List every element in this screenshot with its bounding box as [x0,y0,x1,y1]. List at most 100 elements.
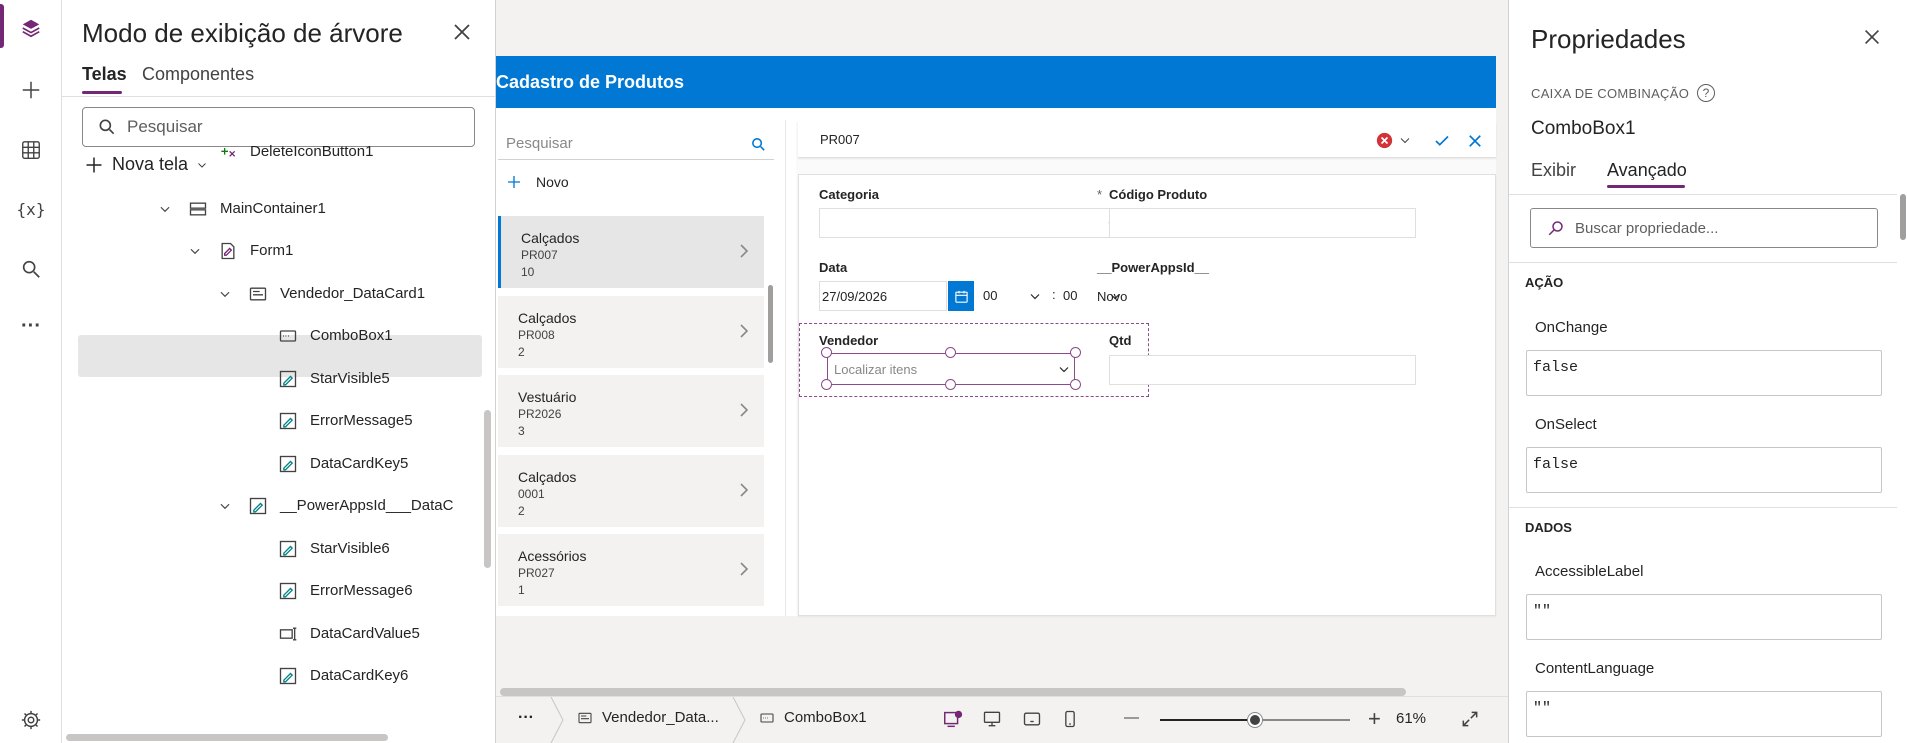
resize-handle[interactable] [945,379,956,390]
table-icon[interactable] [11,130,51,170]
item-qty: 1 [518,583,525,597]
vendedor-label: Vendedor [819,333,879,348]
resize-handle[interactable] [1070,347,1081,358]
zoom-in-button[interactable]: + [1368,706,1381,732]
datacard-icon [578,712,592,723]
formula-contentlanguage[interactable]: "" [1526,691,1882,737]
tree-row[interactable]: Vendedor_DataCard1 [62,273,482,315]
breadcrumb-item-datacard[interactable]: Vendedor_Data... [576,709,719,726]
settings-icon[interactable] [11,700,51,740]
close-icon[interactable] [1861,26,1885,50]
tree-rows: DeleteIconButton1 MainContainer1 Form1 Vend… [62,0,495,743]
tree-row-label: DeleteIconButton1 [250,143,374,160]
tree-row[interactable]: __PowerAppsId___DataC [62,485,482,527]
zoom-out-button[interactable]: — [1124,709,1139,726]
gallery-item[interactable]: Vestuário PR2026 3 [498,375,764,447]
combobox-placeholder: Localizar itens [834,361,918,377]
tablet-view-icon[interactable] [1022,709,1042,729]
close-icon[interactable] [1466,132,1484,150]
breadcrumb-more-button[interactable]: ··· [518,709,534,727]
resize-handle[interactable] [1070,379,1081,390]
codigo-produto-input[interactable] [1109,208,1416,238]
property-search-input[interactable]: Buscar propriedade... [1530,208,1878,248]
chevron-down-icon [1059,367,1069,373]
app-checker-icon[interactable] [942,708,964,730]
qtd-input[interactable] [1109,355,1416,385]
properties-panel: Propriedades CAIXA DE COMBINAÇÃO ? Combo… [1508,0,1907,743]
plus-icon[interactable] [11,70,51,110]
chevron-down-icon[interactable] [158,202,172,216]
canvas-horizontal-scrollbar[interactable] [500,688,1406,696]
tree-row[interactable]: ComboBox1 [62,315,482,357]
formula-accessiblelabel[interactable]: "" [1526,594,1882,640]
active-tab-underline [1607,185,1685,188]
gallery-item[interactable]: Calçados PR008 2 [498,295,764,368]
chevron-down-icon[interactable] [188,244,202,258]
tree-row[interactable]: DeleteIconButton1 [62,143,482,187]
divider [1509,507,1897,508]
categoria-dropdown[interactable] [819,208,1126,238]
resize-handle[interactable] [945,347,956,358]
item-title: Calçados [518,468,577,485]
chevron-down-icon[interactable] [1398,135,1412,147]
tree-row-label: Form1 [250,242,294,259]
add-icon [218,143,240,163]
datacard-icon [248,284,270,304]
zoom-level: 61% [1396,710,1427,727]
tree-row[interactable]: StarVisible6 [62,528,482,570]
gallery-scrollbar[interactable] [768,285,773,363]
gallery-item[interactable]: Acessórios PR027 1 [498,534,764,606]
help-icon[interactable]: ? [1697,84,1716,102]
chevron-right-icon [740,323,749,338]
zoom-slider-thumb[interactable] [1248,713,1262,727]
tree-row[interactable]: DataCardValue5 [62,613,482,655]
powerappsid-label: __PowerAppsId__ [1097,260,1209,275]
chevron-down-icon[interactable] [218,499,232,513]
zoom-slider[interactable] [1160,713,1350,727]
tree-row-label: Vendedor_DataCard1 [280,284,426,302]
control-name[interactable]: ComboBox1 [1531,118,1636,140]
item-code: PR027 [518,566,555,580]
tree-row-label: MainContainer1 [220,199,326,217]
tree-row[interactable]: Form1 [62,230,482,272]
tree-row-label: DataCardValue5 [310,624,420,642]
layers-icon[interactable] [11,8,51,48]
tree-row[interactable]: ErrorMessage6 [62,570,482,612]
app-screen[interactable]: Cadastro de Produtos Pesquisar Novo Calç… [496,56,1496,616]
formula-onchange[interactable]: false [1526,350,1882,396]
date-input[interactable]: 27/09/2026 [819,281,947,311]
breadcrumb-item-combobox[interactable]: ComboBox1 [758,709,867,726]
label-icon [278,411,300,431]
tree-row[interactable]: DataCardKey5 [62,443,482,485]
formula-onselect[interactable]: false [1526,447,1882,493]
tab-avancado[interactable]: Avançado [1607,160,1687,181]
hour-dropdown[interactable]: 00 [981,281,1049,311]
item-code: 0001 [518,486,545,501]
vertical-scrollbar[interactable] [484,410,491,568]
tab-exibir[interactable]: Exibir [1531,160,1576,181]
app-header: Cadastro de Produtos [496,56,1496,108]
resize-handle[interactable] [821,347,832,358]
prop-label-onchange: OnChange [1535,319,1608,336]
tree-row[interactable]: MainContainer1 [62,188,482,230]
phone-view-icon[interactable] [1060,709,1080,729]
tree-row[interactable]: DataCardKey6 [62,655,482,697]
calendar-icon[interactable] [948,281,974,311]
gallery-item[interactable]: Calçados 0001 2 [498,454,764,527]
chevron-down-icon[interactable] [218,287,232,301]
gallery: Calçados PR007 10 Calçados PR008 2 Vestuário PR… [496,120,786,616]
horizontal-scrollbar[interactable] [66,734,388,741]
resize-handle[interactable] [821,379,832,390]
tree-row[interactable]: StarVisible5 [62,358,482,400]
codigo-produto-label: Código Produto [1109,187,1208,202]
divider [1509,194,1897,195]
tree-row[interactable]: ErrorMessage5 [62,400,482,442]
search-icon[interactable] [11,249,51,289]
more-icon[interactable]: ··· [11,306,51,346]
desktop-view-icon[interactable] [982,709,1002,729]
variable-icon[interactable]: {x} [11,189,51,229]
check-icon[interactable] [1432,132,1452,150]
fullscreen-icon[interactable] [1460,709,1480,729]
gallery-item[interactable]: Calçados PR007 10 [498,216,764,288]
properties-scrollbar[interactable] [1900,194,1906,240]
